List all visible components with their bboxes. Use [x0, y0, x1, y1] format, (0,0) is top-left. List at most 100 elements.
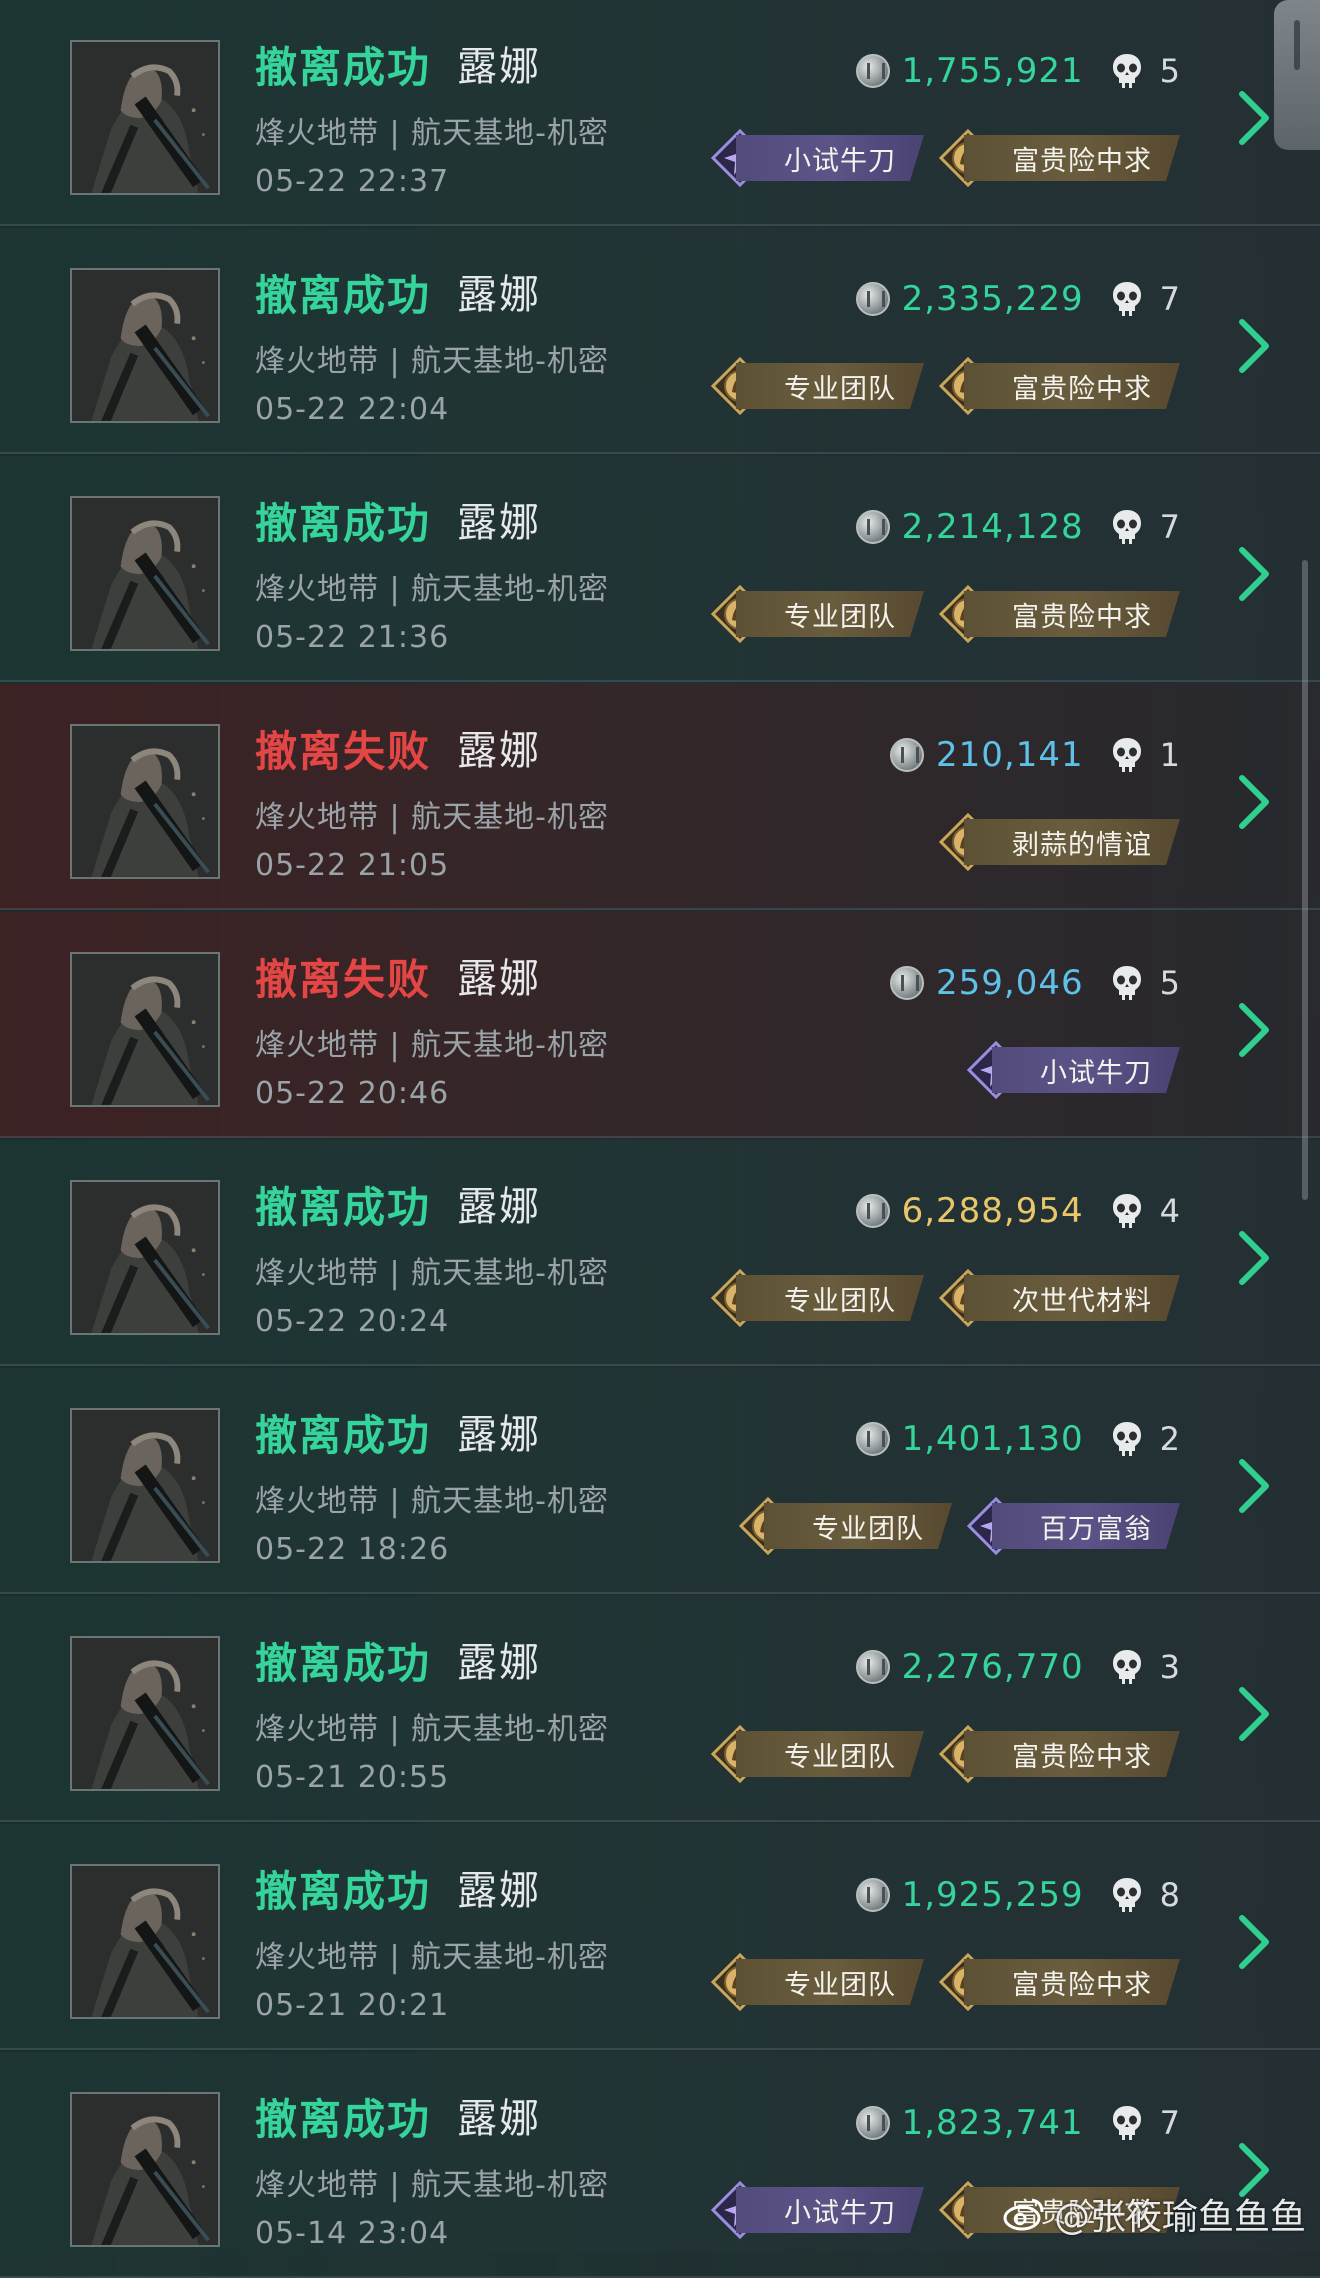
- extraction-value: 259,046: [936, 963, 1084, 1003]
- map-name: 烽火地带 | 航天基地-机密: [255, 2168, 610, 2203]
- value-summary: 1,401,130 2: [855, 1418, 1180, 1460]
- match-record-row[interactable]: 撤离失败 露娜 烽火地带 | 航天基地-机密 05-22 21:05 210,141 1 剥…: [0, 684, 1320, 910]
- match-record-row[interactable]: 撤离成功 露娜 烽火地带 | 航天基地-机密 05-21 20:21 1,925,259…: [0, 1824, 1320, 2050]
- chevron-right-icon[interactable]: [1236, 544, 1272, 604]
- match-record-row[interactable]: 撤离成功 露娜 烽火地带 | 航天基地-机密 05-14 23:04 1,823,741…: [0, 2052, 1320, 2278]
- scroll-handle[interactable]: [1274, 0, 1320, 150]
- achievement-badge: 次世代材料: [938, 1268, 1180, 1328]
- badge-label: 专业团队: [736, 363, 924, 409]
- map-name: 烽火地带 | 航天基地-机密: [255, 1940, 610, 1975]
- match-time: 05-22 20:46: [255, 1076, 450, 1111]
- kill-count: 5: [1159, 52, 1180, 90]
- value-summary: 210,141 1: [890, 734, 1180, 776]
- chevron-right-icon[interactable]: [1236, 88, 1272, 148]
- match-record-row[interactable]: 撤离成功 露娜 烽火地带 | 航天基地-机密 05-22 20:24 6,288,954…: [0, 1140, 1320, 1366]
- achievement-badges: 剥蒜的情谊: [938, 812, 1180, 872]
- skull-icon: [1112, 510, 1141, 544]
- achievement-badge: 富贵险中求: [938, 584, 1180, 644]
- match-record-row[interactable]: 撤离失败 露娜 烽火地带 | 航天基地-机密 05-22 20:46 259,046 5 小…: [0, 912, 1320, 1138]
- kill-count: 5: [1159, 964, 1180, 1002]
- skull-icon: [1112, 1650, 1141, 1684]
- map-name: 烽火地带 | 航天基地-机密: [255, 116, 610, 151]
- coin-icon: [855, 54, 890, 88]
- chevron-right-icon[interactable]: [1236, 1684, 1272, 1744]
- badge-label: 富贵险中求: [964, 363, 1180, 409]
- value-summary: 259,046 5: [890, 962, 1180, 1004]
- badge-label: 专业团队: [736, 591, 924, 637]
- achievement-badges: 专业团队 富贵险中求: [710, 1952, 1180, 2012]
- chevron-right-icon[interactable]: [1236, 1000, 1272, 1060]
- achievement-badge: 富贵险中求: [938, 1724, 1180, 1784]
- coin-icon: [855, 1422, 890, 1456]
- operator-name: 露娜: [457, 272, 541, 318]
- match-time: 05-22 22:37: [255, 164, 450, 199]
- kill-count: 7: [1159, 2104, 1180, 2142]
- operator-name: 露娜: [457, 1184, 541, 1230]
- achievement-badges: 专业团队 富贵险中求: [710, 1724, 1180, 1784]
- achievement-badge: 富贵险中求: [938, 1952, 1180, 2012]
- operator-name: 露娜: [457, 1868, 541, 1914]
- achievement-badge: 小试牛刀: [966, 1040, 1180, 1100]
- map-name: 烽火地带 | 航天基地-机密: [255, 344, 610, 379]
- extraction-status: 撤离失败: [255, 727, 432, 776]
- match-record-row[interactable]: 撤离成功 露娜 烽火地带 | 航天基地-机密 05-22 21:36 2,214,128…: [0, 456, 1320, 682]
- map-name: 烽火地带 | 航天基地-机密: [255, 572, 610, 607]
- achievement-badge: 小试牛刀: [710, 2180, 924, 2240]
- map-name: 烽火地带 | 航天基地-机密: [255, 1028, 610, 1063]
- match-time: 05-21 20:21: [255, 1988, 450, 2023]
- value-summary: 1,755,921 5: [855, 50, 1180, 92]
- operator-name: 露娜: [457, 2096, 541, 2142]
- coin-icon: [855, 2106, 890, 2140]
- skull-icon: [1112, 1194, 1141, 1228]
- skull-icon: [1112, 966, 1141, 1000]
- extraction-status: 撤离成功: [255, 1411, 432, 1460]
- chevron-right-icon[interactable]: [1236, 772, 1272, 832]
- scrollbar[interactable]: [1302, 560, 1308, 1200]
- value-summary: 6,288,954 4: [855, 1190, 1180, 1232]
- badge-label: 专业团队: [736, 1959, 924, 2005]
- match-time: 05-22 21:05: [255, 848, 450, 883]
- coin-icon: [855, 510, 890, 544]
- badge-label: 小试牛刀: [736, 2187, 924, 2233]
- watermark-text: @张筱瑜鱼鱼鱼: [1053, 2197, 1306, 2238]
- skull-icon: [1112, 2106, 1141, 2140]
- match-time: 05-21 20:55: [255, 1760, 450, 1795]
- match-record-row[interactable]: 撤离成功 露娜 烽火地带 | 航天基地-机密 05-21 20:55 2,276,770…: [0, 1596, 1320, 1822]
- extraction-value: 2,335,229: [901, 279, 1084, 319]
- operator-avatar: [70, 268, 220, 423]
- extraction-status: 撤离失败: [255, 955, 432, 1004]
- achievement-badge: 剥蒜的情谊: [938, 812, 1180, 872]
- operator-avatar: [70, 1180, 220, 1335]
- skull-icon: [1112, 282, 1141, 316]
- operator-avatar: [70, 1636, 220, 1791]
- match-record-row[interactable]: 撤离成功 露娜 烽火地带 | 航天基地-机密 05-22 18:26 1,401,130…: [0, 1368, 1320, 1594]
- match-time: 05-22 21:36: [255, 620, 450, 655]
- chevron-right-icon[interactable]: [1236, 1456, 1272, 1516]
- badge-label: 小试牛刀: [736, 135, 924, 181]
- operator-avatar: [70, 952, 220, 1107]
- achievement-badge: 专业团队: [710, 1268, 924, 1328]
- achievement-badge: 专业团队: [710, 584, 924, 644]
- extraction-status: 撤离成功: [255, 1639, 432, 1688]
- badge-label: 剥蒜的情谊: [964, 819, 1180, 865]
- map-name: 烽火地带 | 航天基地-机密: [255, 1256, 610, 1291]
- skull-icon: [1112, 54, 1141, 88]
- match-record-row[interactable]: 撤离成功 露娜 烽火地带 | 航天基地-机密 05-22 22:37 1,755,921…: [0, 0, 1320, 226]
- skull-icon: [1112, 738, 1141, 772]
- chevron-right-icon[interactable]: [1236, 1228, 1272, 1288]
- match-time: 05-22 18:26: [255, 1532, 450, 1567]
- skull-icon: [1112, 1422, 1141, 1456]
- map-name: 烽火地带 | 航天基地-机密: [255, 1712, 610, 1747]
- chevron-right-icon[interactable]: [1236, 1912, 1272, 1972]
- kill-count: 1: [1159, 736, 1180, 774]
- extraction-value: 1,401,130: [901, 1419, 1084, 1459]
- achievement-badge: 专业团队: [710, 356, 924, 416]
- operator-name: 露娜: [457, 1412, 541, 1458]
- extraction-value: 2,214,128: [901, 507, 1084, 547]
- coin-icon: [890, 738, 925, 772]
- coin-icon: [890, 966, 925, 1000]
- match-record-row[interactable]: 撤离成功 露娜 烽火地带 | 航天基地-机密 05-22 22:04 2,335,229…: [0, 228, 1320, 454]
- extraction-value: 1,755,921: [901, 51, 1084, 91]
- achievement-badges: 专业团队 百万富翁: [738, 1496, 1180, 1556]
- chevron-right-icon[interactable]: [1236, 316, 1272, 376]
